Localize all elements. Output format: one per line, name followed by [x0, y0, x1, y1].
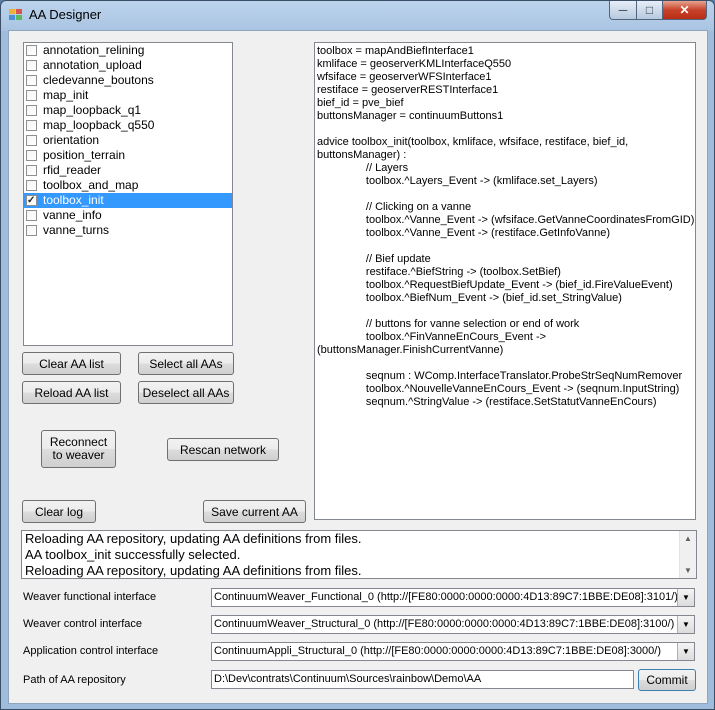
checkbox[interactable]: [26, 45, 37, 56]
list-item-label: toolbox_init: [43, 193, 104, 207]
reconnect-to-weaver-button[interactable]: Reconnect to weaver: [41, 430, 116, 468]
list-item-label: annotation_relining: [43, 43, 145, 57]
list-item[interactable]: annotation_relining: [24, 43, 232, 58]
repo-path-label: Path of AA repository: [23, 674, 126, 686]
list-item[interactable]: vanne_turns: [24, 223, 232, 238]
checkbox[interactable]: [26, 165, 37, 176]
list-item[interactable]: orientation: [24, 133, 232, 148]
list-item-label: orientation: [43, 133, 100, 147]
app-control-value: ContinuumAppli_Structural_0 (http://[FE8…: [214, 645, 662, 657]
list-item-label: map_init: [43, 88, 89, 102]
log-output[interactable]: Reloading AA repository, updating AA def…: [21, 530, 697, 579]
chevron-down-icon[interactable]: ▼: [677, 589, 694, 606]
list-item-label: vanne_turns: [43, 223, 110, 237]
list-item[interactable]: annotation_upload: [24, 58, 232, 73]
checkbox[interactable]: [26, 75, 37, 86]
weaver-functional-value: ContinuumWeaver_Functional_0 (http://[FE…: [214, 591, 678, 603]
repo-path-input[interactable]: D:\Dev\contrats\Continuum\Sources\rainbo…: [211, 670, 634, 689]
list-item-label: toolbox_and_map: [43, 178, 139, 192]
checkbox[interactable]: [26, 225, 37, 236]
select-all-aas-button[interactable]: Select all AAs: [138, 352, 234, 375]
checkbox[interactable]: [26, 150, 37, 161]
list-item-label: rfid_reader: [43, 163, 102, 177]
weaver-control-select[interactable]: ContinuumWeaver_Structural_0 (http://[FE…: [211, 615, 695, 634]
checkbox[interactable]: [26, 180, 37, 191]
aa-checked-list[interactable]: annotation_relining annotation_upload cled…: [23, 42, 233, 346]
list-item-label: map_loopback_q550: [43, 118, 155, 132]
scroll-down-icon[interactable]: ▼: [680, 563, 696, 578]
chevron-down-icon[interactable]: ▼: [677, 643, 694, 660]
app-control-select[interactable]: ContinuumAppli_Structural_0 (http://[FE8…: [211, 642, 695, 661]
list-item[interactable]: toolbox_and_map: [24, 178, 232, 193]
checkbox[interactable]: [26, 210, 37, 221]
chevron-down-icon[interactable]: ▼: [677, 616, 694, 633]
reload-aa-list-button[interactable]: Reload AA list: [22, 381, 121, 404]
client-area: annotation_relining annotation_upload cled…: [8, 30, 708, 704]
minimize-icon: ─: [618, 3, 628, 17]
app-control-label: Application control interface: [23, 645, 159, 657]
minimize-button[interactable]: ─: [609, 1, 637, 20]
close-icon: ✕: [679, 3, 690, 17]
checkbox[interactable]: [26, 105, 37, 116]
app-icon: [9, 9, 23, 21]
weaver-functional-label: Weaver functional interface: [23, 591, 157, 603]
clear-log-button[interactable]: Clear log: [22, 500, 96, 523]
list-item-label: position_terrain: [43, 148, 126, 162]
list-item[interactable]: rfid_reader: [24, 163, 232, 178]
list-item[interactable]: toolbox_init: [24, 193, 232, 208]
log-line: AA toolbox_init successfully selected.: [25, 547, 241, 562]
list-item[interactable]: position_terrain: [24, 148, 232, 163]
list-item[interactable]: vanne_info: [24, 208, 232, 223]
checkbox[interactable]: [26, 120, 37, 131]
list-item[interactable]: cledevanne_boutons: [24, 73, 232, 88]
list-item-label: cledevanne_boutons: [43, 73, 154, 87]
aa-code-text: toolbox = mapAndBiefInterface1 kmliface …: [317, 45, 695, 408]
save-current-aa-button[interactable]: Save current AA: [203, 500, 306, 523]
log-line: Reloading AA repository, updating AA def…: [25, 563, 362, 578]
list-item[interactable]: map_init: [24, 88, 232, 103]
clear-aa-list-button[interactable]: Clear AA list: [22, 352, 121, 375]
list-item[interactable]: map_loopback_q550: [24, 118, 232, 133]
checkbox[interactable]: [26, 60, 37, 71]
close-button[interactable]: ✕: [663, 1, 707, 20]
log-line: Reloading AA repository, updating AA def…: [25, 531, 362, 546]
list-item-label: annotation_upload: [43, 58, 142, 72]
aa-code-editor[interactable]: toolbox = mapAndBiefInterface1 kmliface …: [314, 42, 696, 520]
log-scrollbar[interactable]: ▲ ▼: [679, 531, 696, 578]
list-item-label: map_loopback_q1: [43, 103, 142, 117]
checkbox[interactable]: [26, 195, 37, 206]
maximize-icon: □: [645, 3, 654, 17]
rescan-network-button[interactable]: Rescan network: [167, 438, 279, 461]
maximize-button[interactable]: □: [637, 1, 663, 20]
list-item-label: vanne_info: [43, 208, 102, 222]
window-title: AA Designer: [29, 7, 102, 22]
checkbox[interactable]: [26, 90, 37, 101]
log-lines: Reloading AA repository, updating AA def…: [22, 531, 696, 578]
app-window: AA Designer ─ □ ✕ annotation_relining ann…: [0, 0, 715, 710]
scroll-up-icon[interactable]: ▲: [680, 531, 696, 546]
weaver-functional-select[interactable]: ContinuumWeaver_Functional_0 (http://[FE…: [211, 588, 695, 607]
list-item[interactable]: map_loopback_q1: [24, 103, 232, 118]
weaver-control-value: ContinuumWeaver_Structural_0 (http://[FE…: [214, 618, 675, 630]
checkbox[interactable]: [26, 135, 37, 146]
caption-buttons: ─ □ ✕: [609, 1, 707, 20]
weaver-control-label: Weaver control interface: [23, 618, 143, 630]
title-bar[interactable]: AA Designer ─ □ ✕: [1, 1, 714, 29]
commit-button[interactable]: Commit: [638, 669, 696, 691]
deselect-all-aas-button[interactable]: Deselect all AAs: [138, 381, 234, 404]
